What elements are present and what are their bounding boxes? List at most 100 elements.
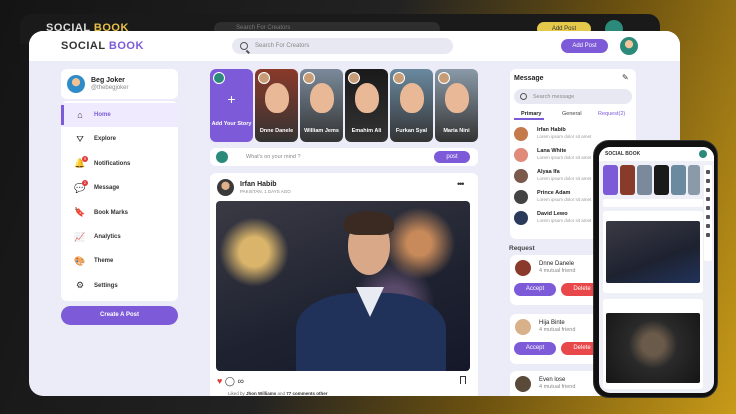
request-name[interactable]: Even lose [539, 377, 565, 383]
stories-row: + Add Your Story Dnne Danele William Jems… [210, 69, 478, 142]
contact-name: Irfan Habib [537, 127, 566, 133]
avatar [303, 72, 315, 84]
bookmark-icon[interactable] [460, 376, 466, 384]
search-bar[interactable]: Search For Creators [232, 38, 453, 54]
sidebar-item-label: Book Marks [94, 209, 129, 216]
composer-input[interactable]: What's on your mind ? [246, 154, 301, 160]
comment-icon[interactable]: ◯ [225, 376, 235, 386]
messages-title: Message [514, 75, 544, 82]
sidebar-item-settings[interactable]: ⚙ Settings [61, 274, 178, 298]
tab-primary[interactable]: Primary [521, 111, 542, 117]
contact-preview: Lorem ipsum dolor sit amet [537, 197, 592, 202]
tab-general[interactable]: General [562, 111, 582, 117]
post-button[interactable]: post [434, 151, 470, 163]
avatar [514, 190, 528, 204]
add-story-label: Add Your Story [211, 121, 252, 127]
contact-name: David Lewo [537, 211, 568, 217]
avatar [213, 72, 225, 84]
sidebar-item-home[interactable]: ⌂ Home [61, 103, 178, 127]
avatar [515, 319, 531, 335]
avatar [514, 211, 528, 225]
user-avatar[interactable] [620, 37, 638, 55]
message-search[interactable]: Search message [514, 89, 632, 104]
share-icon[interactable]: ∞ [237, 376, 243, 386]
edit-icon[interactable]: ✎ [622, 73, 629, 82]
story-card[interactable]: Maria Nini [435, 69, 478, 142]
sidebar-item-label: Notifications [94, 160, 131, 167]
phone-story [637, 165, 652, 195]
sidebar-item-notifications[interactable]: 🔔 Notifications 9 [61, 152, 178, 176]
plus-icon: + [227, 91, 236, 107]
sidebar-item-explore[interactable]: ⛛ Explore [61, 127, 178, 151]
avatar [699, 150, 707, 158]
avatar [515, 376, 531, 392]
contact-name: Lana White [537, 148, 567, 154]
palette-icon: 🎨 [74, 255, 86, 266]
sidebar-item-theme[interactable]: 🎨 Theme [61, 249, 178, 273]
phone-story [671, 165, 686, 195]
phone-story [654, 165, 669, 195]
sidebar-item-analytics[interactable]: 📈 Analytics [61, 225, 178, 249]
profile-handle: @thebegjoker [91, 85, 129, 91]
top-bar: SOCIAL BOOK Search For Creators Add Post [29, 31, 680, 61]
contact-preview: Lorem ipsum dolor sit amet [537, 218, 592, 223]
main-screen: SOCIAL BOOK Search For Creators Add Post… [29, 31, 680, 396]
story-image [265, 83, 289, 113]
post-author[interactable]: Irfan Habib [240, 181, 277, 188]
bookmark-icon: 🔖 [74, 207, 86, 218]
profile-name: Beg Joker [91, 77, 125, 84]
sidebar-item-label: Settings [94, 282, 118, 289]
sidebar-item-label: Home [94, 112, 111, 118]
story-card[interactable]: Emahim Ali [345, 69, 388, 142]
logo[interactable]: SOCIAL BOOK [61, 40, 144, 52]
avatar[interactable] [217, 179, 234, 196]
post-meta: PAKISTAN, 1 DAYS AGO [240, 189, 291, 194]
sidebar-item-label: Message [94, 185, 120, 192]
phone-logo: SOCIAL BOOK [605, 151, 641, 157]
avatar [514, 148, 528, 162]
more-options-icon[interactable]: ••• [457, 179, 465, 189]
sidebar-item-label: Theme [94, 258, 114, 265]
phone-post-image [606, 221, 700, 283]
sidebar-menu: ⌂ Home ⛛ Explore 🔔 Notifications 9 💬 Message 2 🔖 Bo… [61, 101, 178, 301]
message-search-input[interactable]: Search message [533, 94, 574, 100]
liked-by-text: Liked by Jhon Williams and 77 comments o… [228, 391, 328, 396]
avatar [216, 151, 228, 163]
accept-button[interactable]: Accept [514, 342, 556, 355]
avatar [393, 72, 405, 84]
sidebar-item-book-marks[interactable]: 🔖 Book Marks [61, 201, 178, 225]
phone-story [620, 165, 635, 195]
create-post-button[interactable]: Create A Post [61, 306, 178, 325]
phone-top-bar: SOCIAL BOOK [599, 147, 714, 161]
story-card[interactable]: William Jems [300, 69, 343, 142]
request-name[interactable]: Dnne Danele [539, 261, 574, 267]
notification-badge: 9 [82, 155, 88, 162]
story-name: Maria Nini [443, 128, 470, 134]
avatar [438, 72, 450, 84]
story-card[interactable]: Furkan Syal [390, 69, 433, 142]
contact-preview: Lorem ipsum dolor sit amet [537, 134, 592, 139]
post-image[interactable] [216, 201, 470, 371]
story-name: William Jems [304, 128, 339, 134]
add-post-button[interactable]: Add Post [561, 39, 608, 53]
post-composer: What's on your mind ? post [210, 148, 478, 166]
profile-card[interactable]: Beg Joker @thebegjoker [61, 69, 178, 99]
explore-icon: ⛛ [76, 133, 84, 144]
accept-button[interactable]: Accept [514, 283, 556, 296]
story-card[interactable]: Dnne Danele [255, 69, 298, 142]
add-story-button[interactable]: + Add Your Story [210, 69, 253, 142]
chart-icon: 📈 [74, 231, 86, 242]
tab-request[interactable]: Request(2) [598, 111, 625, 117]
contact-name: Alyaa Ifa [537, 169, 560, 175]
sidebar-item-message[interactable]: 💬 Message 2 [61, 176, 178, 200]
mutual-friends: 4 mutual friend [539, 268, 576, 274]
phone-story [688, 165, 700, 195]
contact-preview: Lorem ipsum dolor sit amet [537, 176, 592, 181]
heart-icon[interactable]: ♥ [217, 376, 222, 386]
phone-story [603, 165, 618, 195]
request-name[interactable]: Hija Binte [539, 320, 565, 326]
search-icon [240, 42, 248, 50]
search-icon [520, 93, 527, 100]
search-input[interactable]: Search For Creators [255, 43, 309, 49]
mutual-friends: 4 mutual friend [539, 327, 576, 333]
